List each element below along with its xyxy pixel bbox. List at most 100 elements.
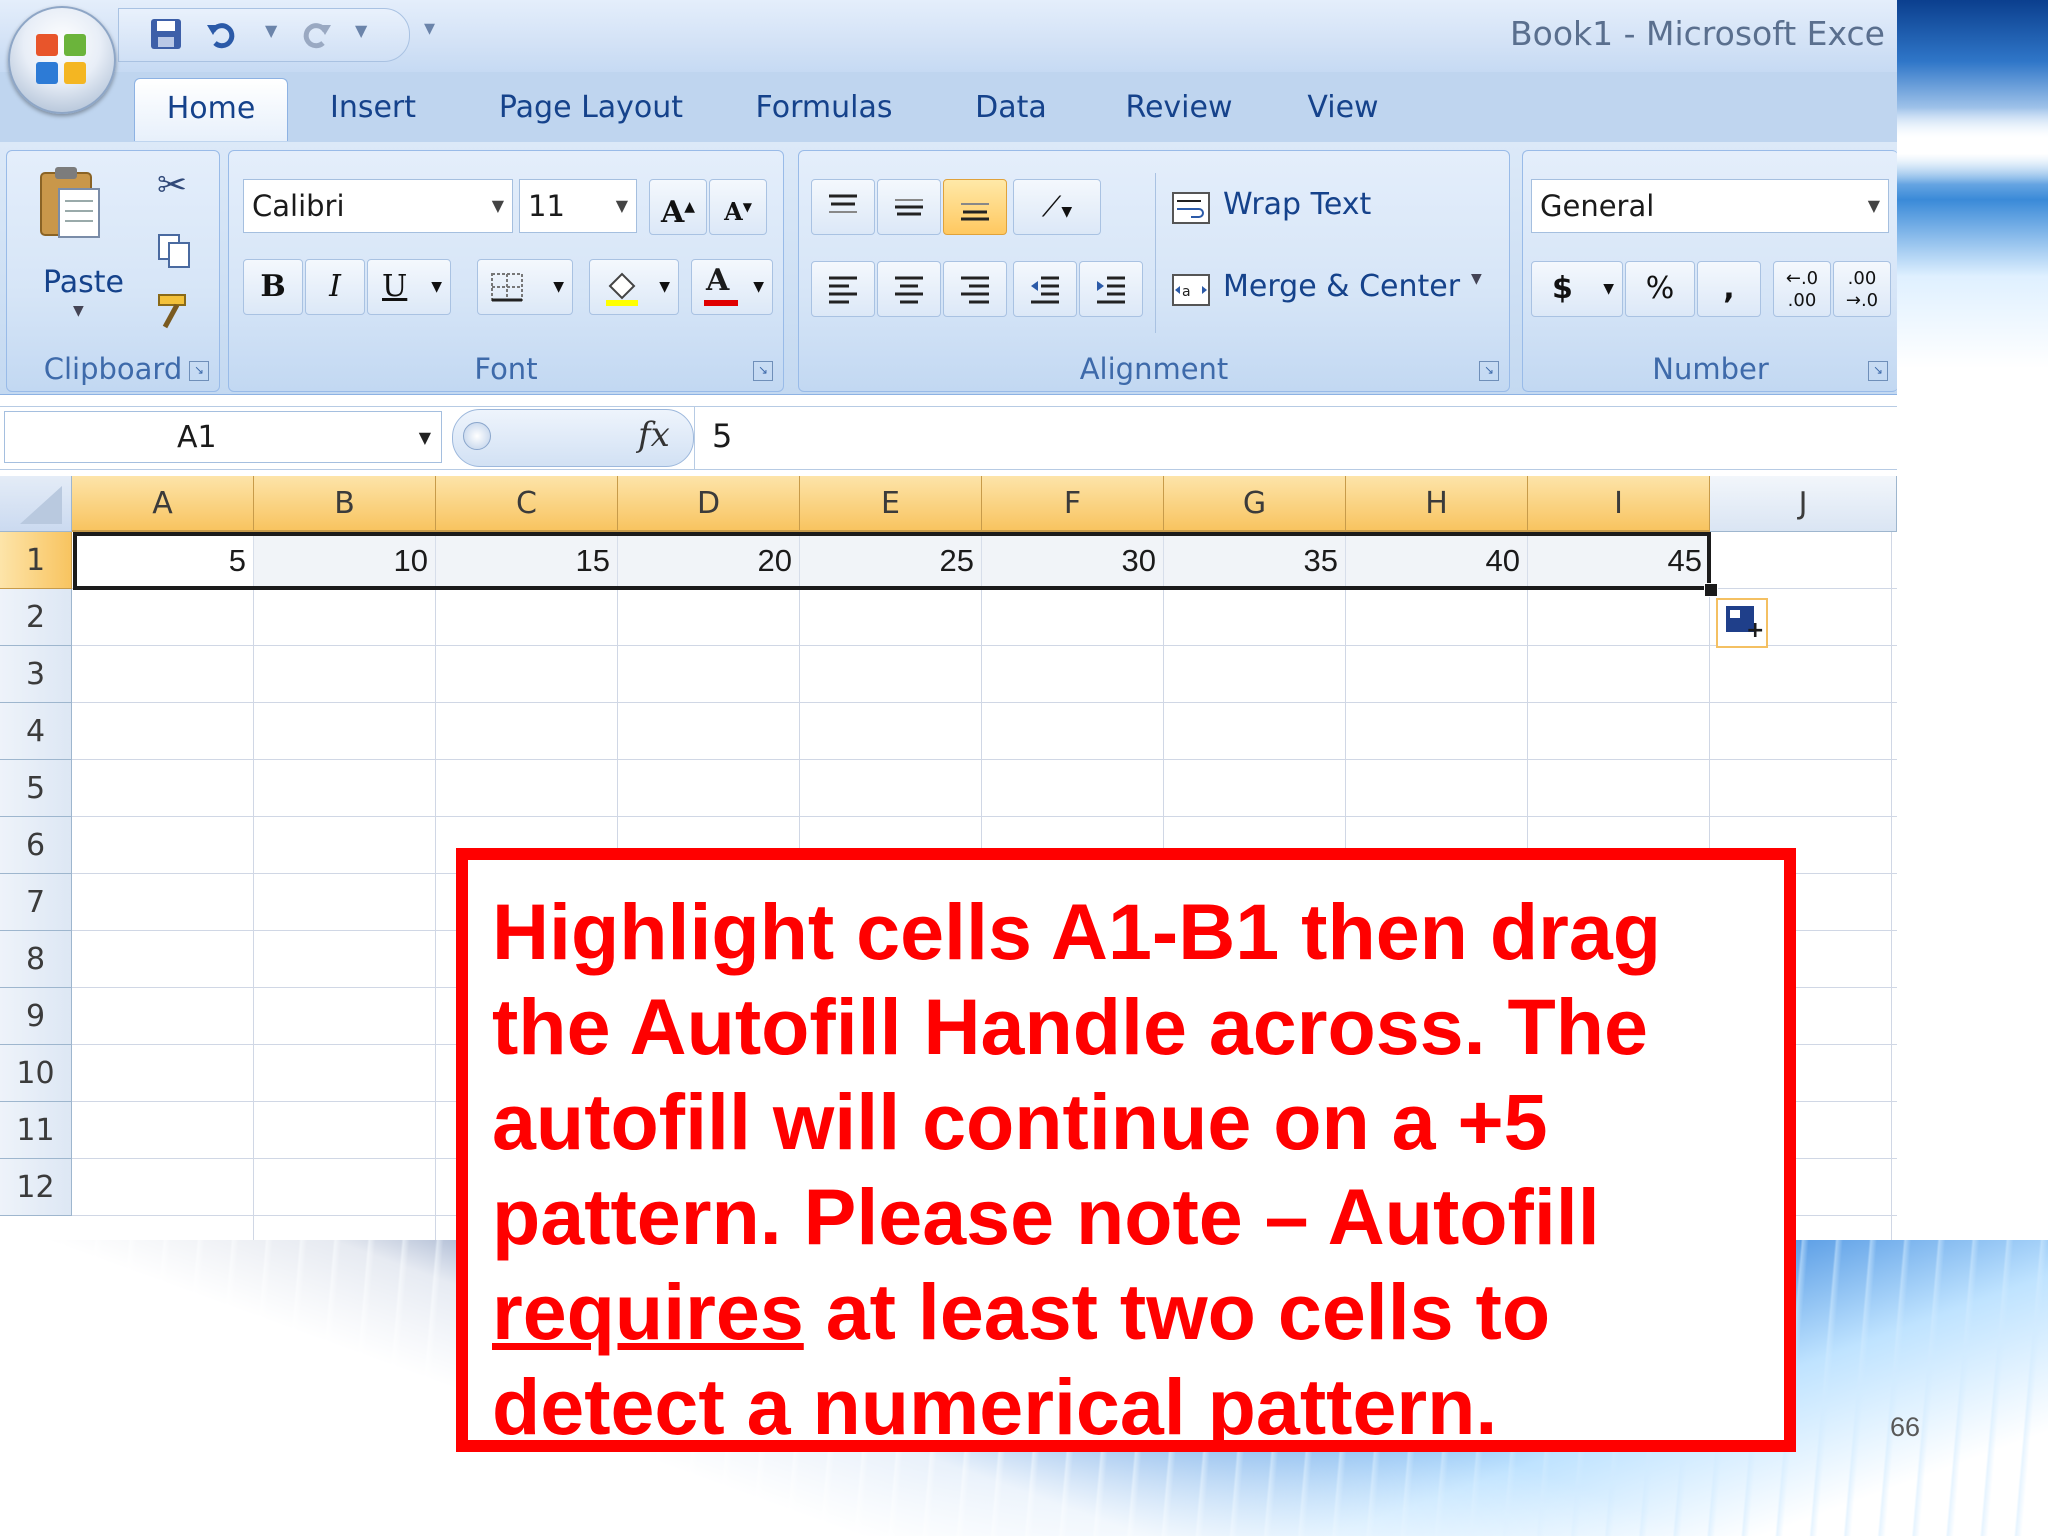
redo-icon[interactable] — [299, 17, 333, 53]
row-header-10[interactable]: 10 — [0, 1045, 72, 1102]
tab-insert[interactable]: Insert — [306, 78, 440, 140]
column-header-i[interactable]: I — [1528, 476, 1710, 532]
row-header-8[interactable]: 8 — [0, 931, 72, 988]
undo-icon[interactable] — [205, 17, 239, 53]
align-middle-button[interactable] — [877, 179, 941, 235]
paste-icon[interactable] — [37, 165, 103, 245]
paste-dropdown-icon[interactable]: ▼ — [73, 303, 84, 319]
comma-button[interactable]: , — [1697, 261, 1761, 317]
column-header-c[interactable]: C — [436, 476, 618, 532]
expand-formula-icon[interactable] — [463, 422, 491, 450]
fill-bucket-icon — [606, 272, 638, 306]
alignment-launcher-icon[interactable]: ↘ — [1479, 361, 1499, 381]
cell-c1[interactable]: 15 — [436, 532, 618, 589]
row-header-1[interactable]: 1 — [0, 532, 72, 589]
fill-color-button[interactable]: ▼ — [589, 259, 679, 315]
column-header-a[interactable]: A — [72, 476, 254, 532]
redo-dropdown-icon[interactable]: ▼ — [355, 21, 367, 40]
tab-review[interactable]: Review — [1114, 78, 1244, 140]
font-color-button[interactable]: A ▼ — [691, 259, 773, 315]
number-format-select[interactable]: General ▼ — [1531, 179, 1889, 233]
formula-input[interactable]: 5 — [712, 417, 732, 455]
paste-button[interactable]: Paste — [43, 265, 124, 300]
font-size-select[interactable]: 11 ▼ — [519, 179, 637, 233]
tab-home[interactable]: Home — [134, 78, 288, 141]
column-header-g[interactable]: G — [1164, 476, 1346, 532]
merge-center-button[interactable]: a Merge & Center ▼ — [1171, 261, 1491, 317]
merge-center-label: Merge & Center — [1223, 269, 1461, 304]
callout-line-2: the Autofill Handle across. The — [492, 982, 1648, 1071]
currency-button[interactable]: $ ▼ — [1531, 261, 1623, 317]
office-button[interactable] — [8, 6, 116, 114]
cut-icon[interactable]: ✂ — [157, 165, 187, 206]
row-header-3[interactable]: 3 — [0, 646, 72, 703]
wrap-text-button[interactable]: Wrap Text — [1171, 179, 1391, 235]
column-header-e[interactable]: E — [800, 476, 982, 532]
formula-bar: A1 ▼ fx 5 — [0, 406, 1897, 470]
customize-toolbar-icon[interactable]: ▾ — [424, 16, 435, 41]
currency-icon: $ — [1552, 271, 1573, 306]
row-header-11[interactable]: 11 — [0, 1102, 72, 1159]
cell-h1[interactable]: 40 — [1346, 532, 1528, 589]
row-header-4[interactable]: 4 — [0, 703, 72, 760]
save-icon[interactable] — [149, 17, 183, 53]
name-box[interactable]: A1 ▼ — [4, 411, 442, 463]
tab-formulas[interactable]: Formulas — [742, 78, 906, 140]
column-header-f[interactable]: F — [982, 476, 1164, 532]
insert-function-icon[interactable]: fx — [638, 415, 670, 455]
column-header-d[interactable]: D — [618, 476, 800, 532]
column-header-h[interactable]: H — [1346, 476, 1528, 532]
copy-icon[interactable] — [155, 231, 195, 275]
cell-g1[interactable]: 35 — [1164, 532, 1346, 589]
align-center-button[interactable] — [877, 261, 941, 317]
cell-d1[interactable]: 20 — [618, 532, 800, 589]
chevron-down-icon[interactable]: ▼ — [419, 412, 431, 464]
row-header-12[interactable]: 12 — [0, 1159, 72, 1216]
grow-font-button[interactable]: A▲ — [649, 179, 707, 235]
ribbon-tabs: Home Insert Page Layout Formulas Data Re… — [0, 72, 1897, 142]
cell-b1[interactable]: 10 — [254, 532, 436, 589]
underline-icon: U — [382, 269, 408, 304]
clipboard-launcher-icon[interactable]: ↘ — [189, 361, 209, 381]
tab-view[interactable]: View — [1294, 78, 1392, 140]
column-header-j[interactable]: J — [1710, 476, 1897, 532]
row-header-7[interactable]: 7 — [0, 874, 72, 931]
tab-page-layout[interactable]: Page Layout — [486, 78, 696, 140]
shrink-font-button[interactable]: A▼ — [709, 179, 767, 235]
italic-button[interactable]: I — [305, 259, 365, 315]
bold-button[interactable]: B — [243, 259, 303, 315]
align-top-button[interactable] — [811, 179, 875, 235]
chevron-down-icon: ▼ — [491, 196, 504, 215]
tab-data[interactable]: Data — [956, 78, 1066, 140]
font-launcher-icon[interactable]: ↘ — [753, 361, 773, 381]
underline-button[interactable]: U ▼ — [367, 259, 451, 315]
orientation-button[interactable]: ⟋▼ — [1013, 179, 1101, 235]
column-header-b[interactable]: B — [254, 476, 436, 532]
increase-decimal-button[interactable]: ←.0.00 — [1773, 261, 1831, 317]
row-header-9[interactable]: 9 — [0, 988, 72, 1045]
align-left-button[interactable] — [811, 261, 875, 317]
decrease-decimal-button[interactable]: .00 →.0 — [1833, 261, 1891, 317]
cell-e1[interactable]: 25 — [800, 532, 982, 589]
row-header-6[interactable]: 6 — [0, 817, 72, 874]
cell-a1[interactable]: 5 — [72, 532, 254, 589]
increase-indent-button[interactable] — [1079, 261, 1143, 317]
decrease-indent-button[interactable] — [1013, 261, 1077, 317]
align-bottom-button[interactable] — [943, 179, 1007, 235]
select-all-button[interactable] — [0, 476, 72, 532]
borders-button[interactable]: ▼ — [477, 259, 573, 315]
undo-dropdown-icon[interactable]: ▼ — [265, 21, 277, 40]
row-header-5[interactable]: 5 — [0, 760, 72, 817]
number-launcher-icon[interactable]: ↘ — [1868, 361, 1888, 381]
align-right-button[interactable] — [943, 261, 1007, 317]
percent-button[interactable]: % — [1625, 261, 1695, 317]
format-painter-icon[interactable] — [155, 291, 195, 335]
row-header-2[interactable]: 2 — [0, 589, 72, 646]
cell-f1[interactable]: 30 — [982, 532, 1164, 589]
chevron-down-icon: ▼ — [615, 196, 628, 215]
number-format-value: General — [1540, 189, 1655, 223]
autofill-options-button[interactable]: + — [1716, 598, 1768, 648]
cell-i1[interactable]: 45 — [1528, 532, 1710, 589]
autofill-handle[interactable] — [1704, 583, 1718, 597]
font-name-select[interactable]: Calibri ▼ — [243, 179, 513, 233]
